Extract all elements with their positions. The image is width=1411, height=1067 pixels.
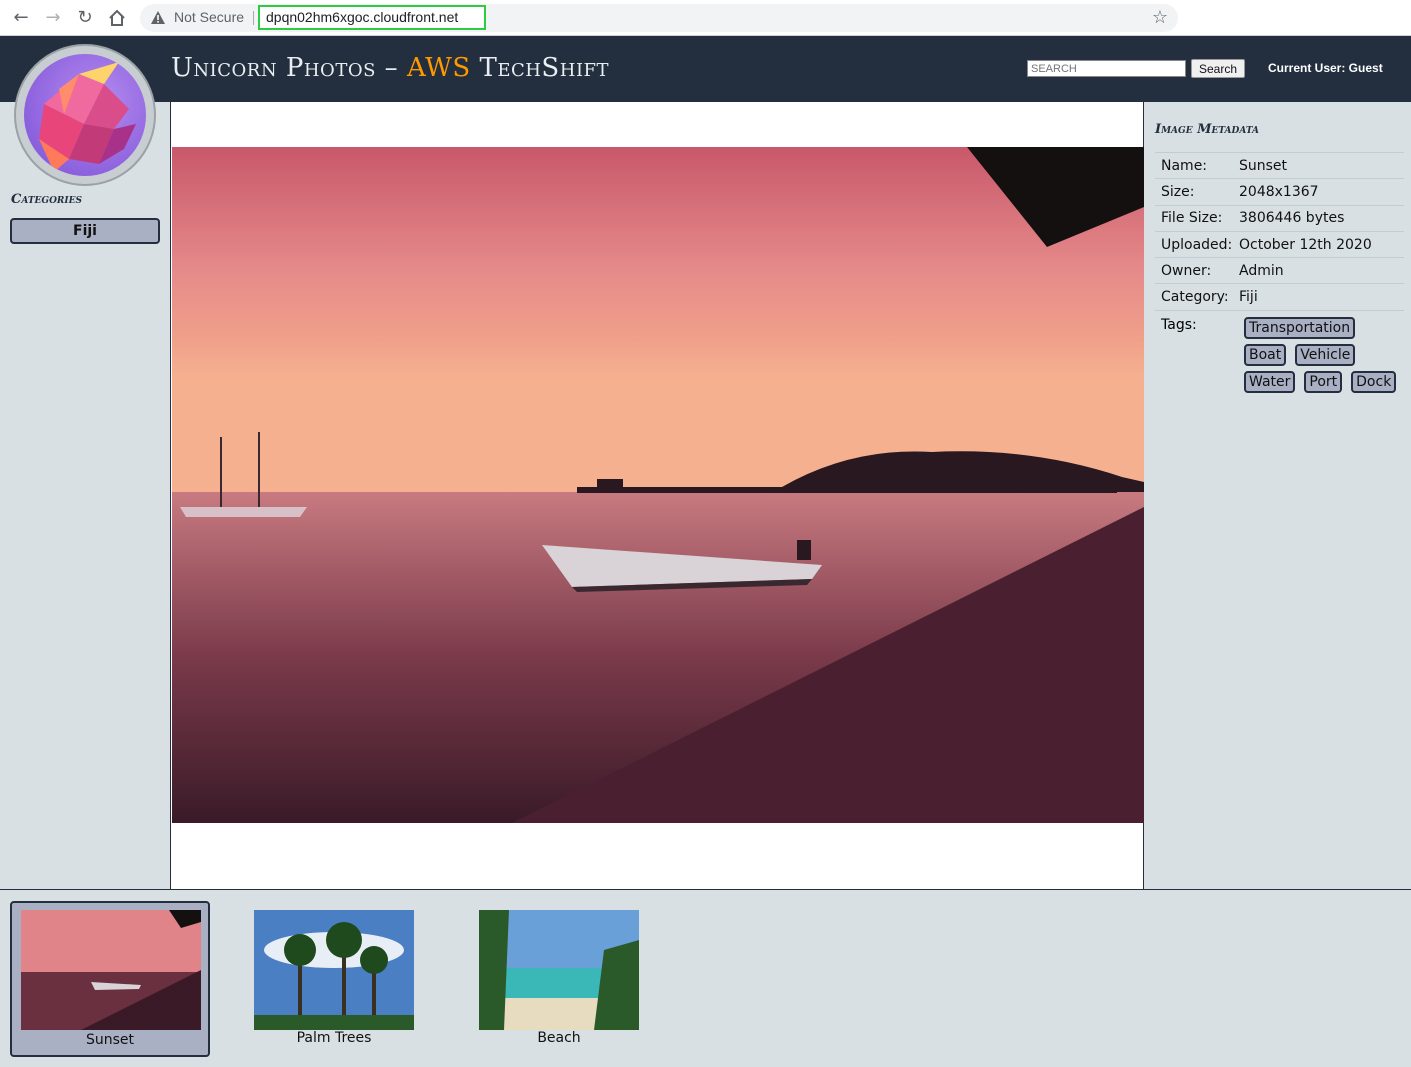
metadata-row: Owner: Admin [1155,257,1404,283]
app-header: Unicorn Photos – AWS TechShift Search Cu… [0,36,1411,102]
reload-icon[interactable]: ↻ [73,6,97,30]
metadata-row: File Size: 3806446 bytes [1155,204,1404,231]
metadata-row: Category: Fiji [1155,283,1404,309]
security-label: Not Secure [174,9,245,25]
metadata-key: Owner: [1161,262,1212,279]
thumbnail-label: Beach [537,1030,581,1046]
unicorn-logo[interactable] [14,44,156,186]
metadata-key: File Size: [1161,210,1223,227]
divider [253,11,254,25]
tag-port[interactable]: Port [1304,370,1343,393]
metadata-row: Name: Sunset [1155,152,1404,178]
metadata-key: Category: [1161,289,1229,306]
thumbnail-label: Palm Trees [296,1030,372,1046]
sunset-photo [172,147,1144,823]
categories-heading: Categories [11,192,82,207]
back-arrow-icon[interactable]: ← [9,6,33,30]
tag-water[interactable]: Water [1244,370,1296,393]
search-button[interactable]: Search [1191,59,1245,78]
title-end: TechShift [479,53,610,83]
tag-boat[interactable]: Boat [1244,343,1287,366]
tag-dock[interactable]: Dock [1351,370,1397,393]
metadata-heading: Image Metadata [1155,122,1260,137]
tag-vehicle[interactable]: Vehicle [1295,343,1356,366]
title-accent: AWS [406,53,480,83]
thumbnail-strip: Sunset Palm Trees Beach [0,889,1411,1067]
thumbnail-image [254,910,414,1030]
main-image-panel [170,102,1144,889]
address-bar[interactable]: Not Secure dpqn02hm6xgoc.cloudfront.net … [140,4,1178,32]
thumbnail-label: Sunset [85,1032,135,1048]
warning-icon [151,11,165,24]
metadata-value: 2048x1367 [1239,183,1319,200]
page-title: Unicorn Photos – AWS TechShift [171,53,609,83]
metadata-table: Name: Sunset Size: 2048x1367 File Size: 380… [1155,152,1404,398]
metadata-row: Uploaded: October 12th 2020 [1155,230,1404,257]
metadata-key: Size: [1161,183,1195,200]
current-user-label: Current User: Guest [1268,61,1383,75]
search-input[interactable] [1027,60,1186,77]
categories-sidebar: Categories Fiji [0,102,170,889]
tags-row: Tags: Transportation Boat Vehicle Water … [1155,309,1404,398]
url-text: dpqn02hm6xgoc.cloudfront.net [266,9,459,25]
image-metadata-panel: Image Metadata Name: Sunset Size: 2048x136… [1144,102,1411,889]
thumbnail-image [21,910,201,1030]
metadata-value: Admin [1239,262,1284,279]
forward-arrow-icon[interactable]: → [41,6,65,30]
metadata-value: 3806446 bytes [1239,210,1345,227]
thumbnail-palm-trees[interactable]: Palm Trees [234,901,434,1057]
thumbnail-image [479,910,639,1030]
metadata-row: Size: 2048x1367 [1155,178,1404,204]
tag-transportation[interactable]: Transportation [1244,316,1356,339]
tags-label: Tags: [1161,316,1197,333]
metadata-value: Fiji [1239,289,1258,306]
metadata-value: October 12th 2020 [1239,236,1372,253]
browser-toolbar: ← → ↻ Not Secure dpqn02hm6xgoc.cloudfron… [0,0,1411,36]
thumbnail-beach[interactable]: Beach [459,901,659,1057]
bookmark-star-icon[interactable]: ☆ [1152,7,1168,28]
url-field[interactable]: dpqn02hm6xgoc.cloudfront.net [258,5,486,30]
title-main: Unicorn Photos – [171,53,407,83]
tag-list: Transportation Boat Vehicle Water Port D… [1244,316,1404,398]
unicorn-head-icon [24,54,146,176]
metadata-value: Sunset [1239,157,1288,174]
thumbnail-sunset[interactable]: Sunset [10,901,210,1057]
metadata-key: Name: [1161,157,1208,174]
home-icon[interactable] [105,6,129,30]
metadata-key: Uploaded: [1161,236,1233,253]
category-fiji-button[interactable]: Fiji [10,218,160,244]
